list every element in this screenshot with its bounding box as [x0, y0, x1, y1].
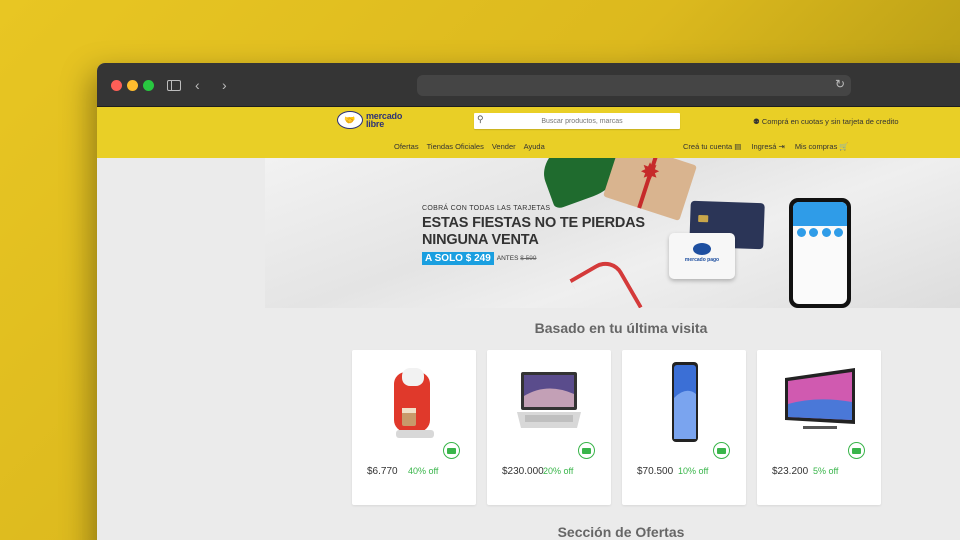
- banner-subtitle: COBRÁ CON TODAS LAS TARJETAS: [422, 205, 551, 212]
- promo-banner[interactable]: ✸ COBRÁ CON TODAS LAS TARJETAS ESTAS FIE…: [265, 158, 960, 308]
- handshake-icon: 🤝: [337, 111, 363, 129]
- login-icon: ⇥: [778, 142, 785, 151]
- laptop-image: [517, 372, 581, 428]
- forward-icon[interactable]: ›: [222, 75, 227, 95]
- banner-price-tag: A SOLO $ 249: [422, 252, 494, 265]
- card-reader-label: mercado pago: [684, 257, 720, 263]
- person-icon: ⚉: [753, 117, 762, 126]
- coffee-machine-image: [394, 368, 434, 438]
- product-discount: 40% off: [408, 466, 439, 476]
- product-discount: 10% off: [678, 466, 709, 476]
- main-nav: Ofertas Tiendas Oficiales Vender Ayuda: [394, 142, 545, 151]
- login-link[interactable]: Ingresá ⇥: [751, 142, 784, 151]
- truck-icon: [443, 442, 460, 459]
- nav-vender[interactable]: Vender: [492, 142, 516, 151]
- product-card[interactable]: $6.770 40% off: [352, 350, 476, 505]
- banner-title: ESTAS FIESTAS NO TE PIERDAS NINGUNA VENT…: [422, 215, 645, 248]
- product-list: $6.770 40% off $230.000 20% off $70.500 …: [352, 350, 881, 505]
- product-price: $23.200: [772, 466, 809, 477]
- nav-ofertas[interactable]: Ofertas: [394, 142, 419, 151]
- product-price: $70.500: [637, 466, 674, 477]
- promo-text: Comprá en cuotas y sin tarjeta de credit…: [761, 117, 899, 126]
- logo-line2: libre: [366, 119, 385, 129]
- mercadolibre-logo[interactable]: 🤝 mercado libre: [337, 111, 402, 129]
- star-ornament-icon: ✸: [640, 159, 661, 186]
- sidebar-toggle-icon[interactable]: [167, 80, 181, 91]
- browser-window: ‹ › ↻ 🤝 mercado libre ⚲ ⚉ Comprá en cuot…: [97, 63, 960, 540]
- card-reader-image: mercado pago: [669, 233, 735, 279]
- browser-titlebar: ‹ › ↻: [97, 63, 960, 107]
- banner-price: A SOLO $ 249 ANTES $ 599: [422, 252, 537, 265]
- close-window-button[interactable]: [111, 80, 122, 91]
- id-card-icon: ▤: [734, 142, 742, 151]
- nav-ayuda[interactable]: Ayuda: [524, 142, 545, 151]
- recent-section-title: Basado en tu última visita: [534, 320, 708, 336]
- product-card[interactable]: $23.200 5% off: [757, 350, 881, 505]
- page-content: ✸ COBRÁ CON TODAS LAS TARJETAS ESTAS FIE…: [97, 158, 960, 540]
- search-input[interactable]: [488, 113, 676, 129]
- zoom-window-button[interactable]: [143, 80, 154, 91]
- truck-icon: [578, 442, 595, 459]
- back-icon[interactable]: ‹: [195, 75, 200, 95]
- account-nav: Creá tu cuenta ▤ Ingresá ⇥ Mis compras 🛒: [683, 142, 849, 151]
- address-bar[interactable]: ↻: [417, 75, 851, 96]
- search-box[interactable]: ⚲: [474, 113, 680, 129]
- banner-before-price: ANTES $ 599: [496, 255, 537, 262]
- cart-icon: 🛒: [839, 142, 849, 151]
- offers-section-title: Sección de Ofertas: [557, 524, 685, 540]
- product-card[interactable]: $70.500 10% off: [622, 350, 746, 505]
- search-icon: ⚲: [477, 114, 484, 124]
- product-card[interactable]: $230.000 20% off: [487, 350, 611, 505]
- promo-link[interactable]: ⚉ Comprá en cuotas y sin tarjeta de cred…: [753, 117, 899, 126]
- product-discount: 5% off: [813, 466, 839, 476]
- site-header: 🤝 mercado libre ⚲ ⚉ Comprá en cuotas y s…: [97, 107, 960, 158]
- product-price: $230.000: [502, 466, 544, 477]
- smartphone-product-image: [672, 362, 698, 442]
- minimize-window-button[interactable]: [127, 80, 138, 91]
- television-image: [785, 368, 855, 429]
- my-purchases-link[interactable]: Mis compras 🛒: [795, 142, 849, 151]
- smartphone-image: [789, 198, 851, 308]
- truck-icon: [713, 442, 730, 459]
- mercadopago-logo-icon: [693, 243, 711, 255]
- nav-tiendas-oficiales[interactable]: Tiendas Oficiales: [427, 142, 484, 151]
- reload-icon[interactable]: ↻: [835, 77, 845, 91]
- create-account-link[interactable]: Creá tu cuenta ▤: [683, 142, 741, 151]
- candy-cane-image: [569, 254, 643, 308]
- truck-icon: [848, 442, 865, 459]
- product-price: $6.770: [367, 466, 398, 477]
- product-discount: 20% off: [543, 466, 574, 476]
